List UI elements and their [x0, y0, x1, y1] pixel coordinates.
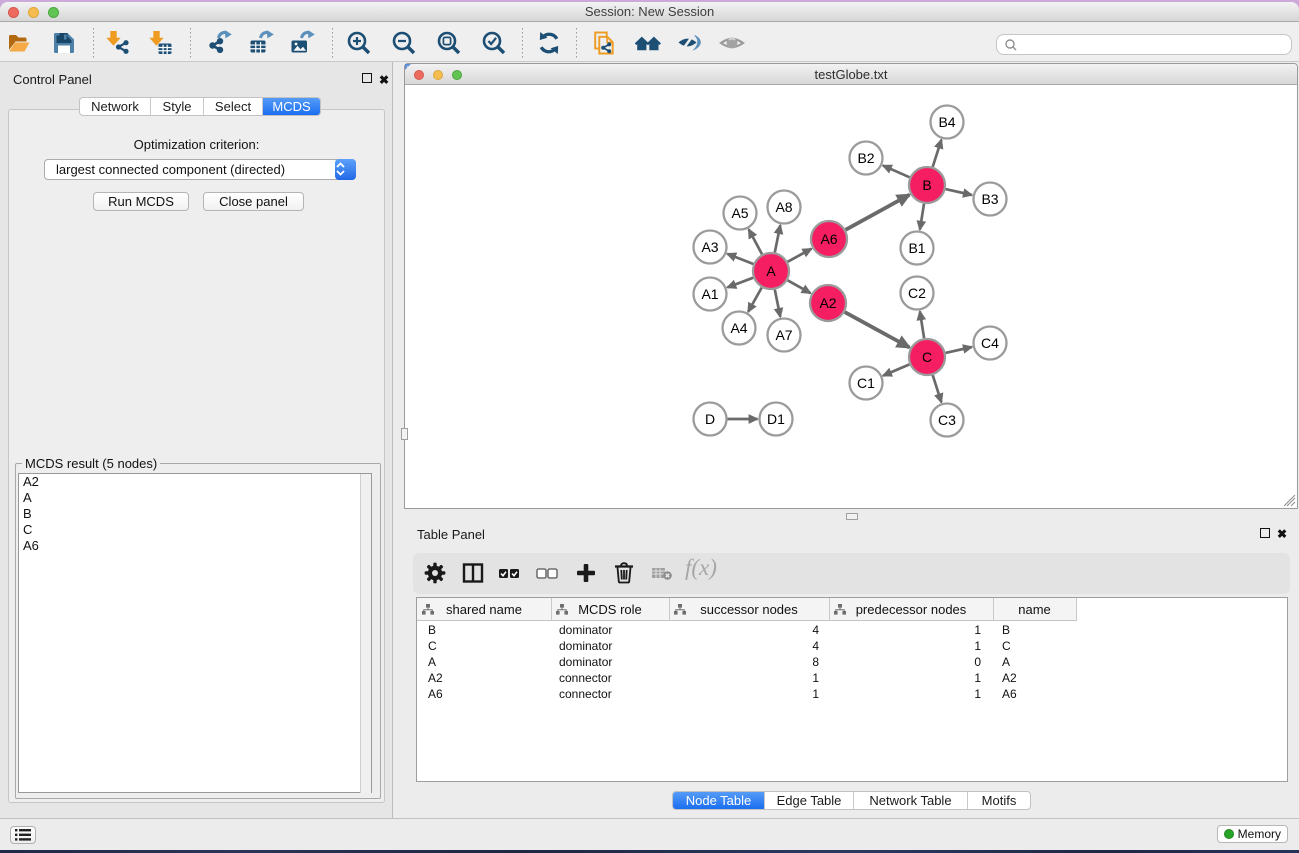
- svg-text:A4: A4: [730, 320, 747, 336]
- svg-text:A6: A6: [820, 231, 837, 247]
- svg-text:B4: B4: [938, 114, 955, 130]
- svg-text:A2: A2: [819, 295, 836, 311]
- svg-text:C3: C3: [938, 412, 956, 428]
- svg-text:B: B: [922, 177, 931, 193]
- svg-text:B3: B3: [981, 191, 998, 207]
- svg-text:A1: A1: [701, 286, 718, 302]
- svg-text:A7: A7: [775, 327, 792, 343]
- svg-text:D1: D1: [767, 411, 785, 427]
- svg-text:D: D: [705, 411, 715, 427]
- svg-text:C: C: [922, 349, 932, 365]
- svg-text:B2: B2: [857, 150, 874, 166]
- svg-text:A5: A5: [731, 205, 748, 221]
- svg-text:C4: C4: [981, 335, 999, 351]
- svg-text:A: A: [766, 263, 776, 279]
- svg-text:C2: C2: [908, 285, 926, 301]
- svg-text:C1: C1: [857, 375, 875, 391]
- svg-text:A3: A3: [701, 239, 718, 255]
- svg-text:A8: A8: [775, 199, 792, 215]
- svg-text:B1: B1: [908, 240, 925, 256]
